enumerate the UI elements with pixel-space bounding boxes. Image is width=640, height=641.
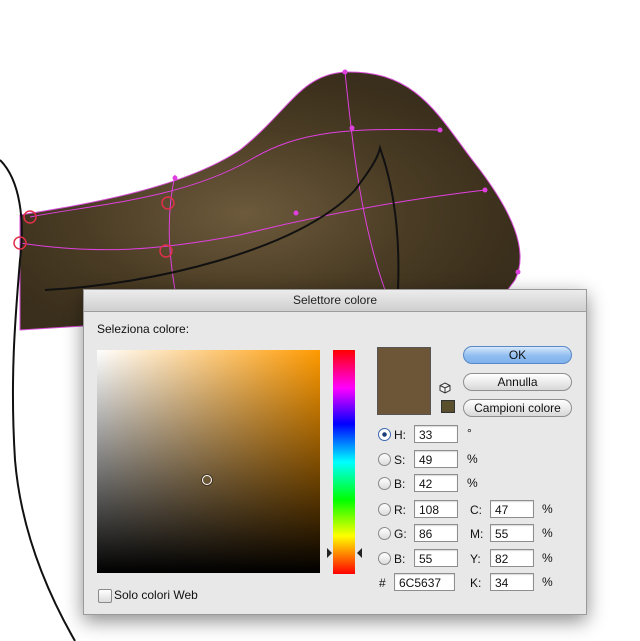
- anchor-point: [293, 210, 299, 216]
- cancel-button[interactable]: Annulla: [463, 373, 572, 391]
- magenta-label: M:: [470, 527, 484, 541]
- color-picker-dialog: Selettore colore Seleziona colore: OK An…: [83, 289, 587, 615]
- red-label: R:: [394, 503, 406, 517]
- anchor-point: [342, 69, 348, 75]
- anchor-point: [482, 187, 488, 193]
- web-colors-checkbox[interactable]: [98, 589, 112, 603]
- hue-slider-left-arrow[interactable]: [327, 548, 332, 558]
- anchor-point: [172, 175, 178, 181]
- percent-unit: %: [542, 502, 553, 516]
- black-label: K:: [470, 576, 482, 590]
- hue-slider-right-arrow[interactable]: [357, 548, 362, 558]
- green-field[interactable]: 86: [414, 524, 458, 542]
- anchor-point: [437, 127, 443, 133]
- gamut-swatch-icon[interactable]: [441, 400, 455, 413]
- hue-radio[interactable]: [378, 428, 391, 441]
- select-color-label: Seleziona colore:: [97, 322, 190, 336]
- anchor-point: [349, 125, 355, 131]
- magenta-field[interactable]: 55: [490, 524, 534, 542]
- color-field[interactable]: [97, 350, 320, 573]
- color-swatches-button[interactable]: Campioni colore: [463, 399, 572, 417]
- hex-field[interactable]: 6C5637: [394, 573, 455, 591]
- hue-slider[interactable]: [333, 350, 355, 574]
- yellow-field[interactable]: 82: [490, 549, 534, 567]
- green-radio[interactable]: [378, 527, 391, 540]
- red-field[interactable]: 108: [414, 500, 458, 518]
- saturation-radio[interactable]: [378, 453, 391, 466]
- blue-radio[interactable]: [378, 552, 391, 565]
- cyan-field[interactable]: 47: [490, 500, 534, 518]
- red-radio[interactable]: [378, 503, 391, 516]
- cube-icon[interactable]: [439, 381, 451, 394]
- green-label: G:: [394, 527, 407, 541]
- cyan-label: C:: [470, 503, 482, 517]
- hue-field[interactable]: 33: [414, 425, 458, 443]
- anchor-point: [515, 269, 521, 275]
- brightness-radio[interactable]: [378, 477, 391, 490]
- ok-button[interactable]: OK: [463, 346, 572, 364]
- percent-unit: %: [542, 575, 553, 589]
- color-field-marker[interactable]: [202, 475, 212, 485]
- blue-label: B:: [394, 552, 406, 566]
- current-color-swatch: [377, 347, 431, 415]
- blue-field[interactable]: 55: [414, 549, 458, 567]
- dialog-title: Selettore colore: [84, 290, 586, 312]
- saturation-label: S:: [394, 453, 406, 467]
- percent-unit: %: [467, 476, 478, 490]
- hex-label: #: [379, 576, 386, 590]
- brightness-field[interactable]: 42: [414, 474, 458, 492]
- saturation-field[interactable]: 49: [414, 450, 458, 468]
- web-colors-label: Solo colori Web: [114, 588, 198, 602]
- degree-unit: °: [467, 426, 472, 440]
- percent-unit: %: [542, 551, 553, 565]
- black-field[interactable]: 34: [490, 573, 534, 591]
- brightness-label: B:: [394, 477, 406, 491]
- percent-unit: %: [467, 452, 478, 466]
- yellow-label: Y:: [470, 552, 481, 566]
- percent-unit: %: [542, 526, 553, 540]
- hue-label: H:: [394, 428, 406, 442]
